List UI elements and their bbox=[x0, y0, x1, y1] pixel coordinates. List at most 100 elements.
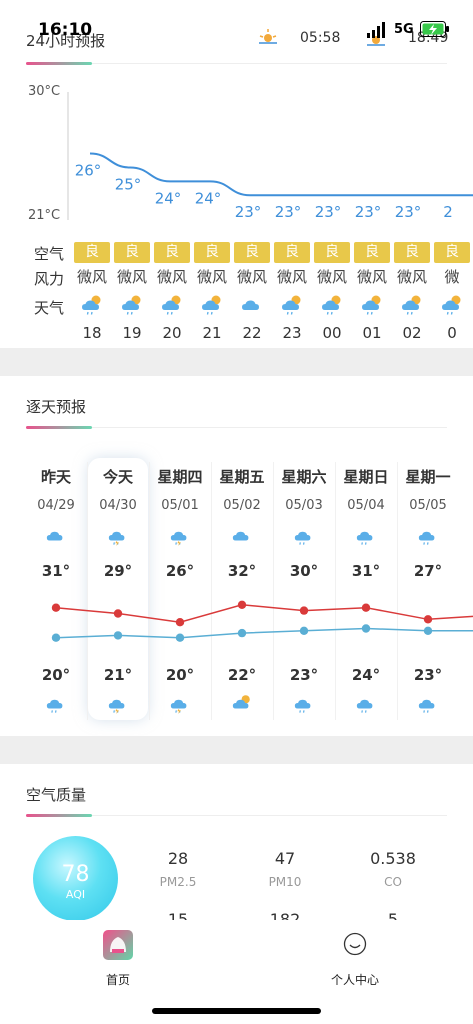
weather-icon bbox=[74, 292, 110, 320]
wind-level: 微风 bbox=[276, 268, 307, 286]
sun-cloud-rain-icon bbox=[122, 295, 141, 315]
bottom-tab-bar: 首页 个人中心 bbox=[0, 920, 473, 1024]
section-divider bbox=[92, 815, 447, 816]
air-quality-badge: 良 bbox=[434, 242, 470, 263]
day-low-temp: 23° bbox=[413, 666, 443, 684]
pollutant-name: PM10 bbox=[268, 875, 302, 889]
aqi-label: AQI bbox=[65, 888, 86, 901]
wind-level: 微风 bbox=[76, 268, 107, 286]
hourly-temp-label: 24° bbox=[155, 189, 182, 207]
sun-cloud-rain-icon bbox=[322, 295, 341, 315]
rain-icon bbox=[418, 531, 435, 545]
low-temp-line-point bbox=[237, 628, 247, 638]
air-quality-badge: 良 bbox=[114, 242, 150, 263]
day-high-temp: 31° bbox=[41, 562, 71, 580]
thunderstorm-icon bbox=[170, 531, 187, 546]
high-temp-line-point bbox=[423, 615, 433, 624]
hour-label: 18 bbox=[82, 324, 102, 342]
hourly-temp-label: 23° bbox=[355, 203, 382, 221]
hourly-temp-label: 23° bbox=[315, 203, 342, 221]
hourly-temp-label: 25° bbox=[115, 175, 142, 193]
home-icon bbox=[103, 930, 133, 960]
row-label-weather: 天气 bbox=[34, 299, 65, 317]
low-temp-line-point bbox=[51, 633, 61, 642]
hourly-temp-label: 26° bbox=[75, 162, 102, 180]
day-high-temp: 31° bbox=[351, 562, 381, 580]
weather-icon bbox=[194, 292, 230, 320]
hour-label: 0 bbox=[447, 324, 457, 342]
day-date: 05/03 bbox=[285, 498, 323, 513]
weather-icon bbox=[211, 692, 273, 718]
tab-profile[interactable]: 个人中心 bbox=[320, 928, 390, 992]
day-high-temp: 27° bbox=[413, 562, 443, 580]
section-divider bbox=[92, 427, 447, 428]
day-high-temp: 30° bbox=[289, 562, 319, 580]
hourly-forecast-card: 24小时预报 05:58 18:49 30°C 21°C 26° 25° 24° 24… bbox=[0, 0, 473, 348]
weather-icon bbox=[25, 524, 87, 550]
wind-level: 微 bbox=[444, 268, 460, 286]
weather-icon bbox=[335, 692, 397, 718]
hour-label: 00 bbox=[322, 324, 342, 342]
wind-level: 微风 bbox=[156, 268, 187, 286]
rain-icon bbox=[418, 699, 435, 713]
section-divider bbox=[92, 63, 447, 64]
row-label-wind: 风力 bbox=[34, 270, 65, 288]
hourly-temp-label: 2 bbox=[443, 203, 453, 221]
day-date: 04/30 bbox=[99, 498, 137, 513]
weather-icon bbox=[273, 692, 335, 718]
section-accent-line bbox=[26, 426, 92, 429]
rain-icon bbox=[294, 699, 311, 713]
air-quality-title: 空气质量 bbox=[26, 786, 87, 804]
weather-icon bbox=[149, 692, 211, 718]
day-low-temp: 23° bbox=[289, 666, 319, 684]
air-quality-badge: 良 bbox=[274, 242, 310, 263]
sun-cloud-rain-icon bbox=[442, 295, 461, 315]
weather-icon bbox=[154, 292, 190, 320]
rain-icon bbox=[46, 699, 63, 713]
pollutant-value-partial: 15 bbox=[167, 910, 189, 920]
wind-level: 微风 bbox=[196, 268, 227, 286]
hourly-temperature-chart: 26° 25° 24° 24° 23° 23° 23° 23° 23° 2 bbox=[67, 92, 473, 221]
daily-title: 逐天预报 bbox=[26, 398, 87, 416]
hour-label: 22 bbox=[242, 324, 262, 342]
section-accent-line bbox=[26, 814, 92, 817]
day-date: 05/04 bbox=[347, 498, 385, 513]
wind-level: 微风 bbox=[116, 268, 147, 286]
pollutant-value: 0.538 bbox=[370, 849, 416, 868]
weather-icon bbox=[434, 292, 470, 320]
pollutant-value: 28 bbox=[167, 849, 189, 868]
rain-icon bbox=[356, 699, 373, 713]
day-name: 星期日 bbox=[343, 468, 389, 486]
weather-icon bbox=[314, 292, 350, 320]
air-quality-badge: 良 bbox=[154, 242, 190, 263]
pollutant-value: 47 bbox=[274, 849, 296, 868]
hourly-temp-label: 23° bbox=[275, 203, 302, 221]
sun-cloud-rain-icon bbox=[82, 295, 101, 315]
tab-home[interactable]: 首页 bbox=[92, 928, 144, 992]
day-date: 05/05 bbox=[409, 498, 447, 513]
high-temp-line-point bbox=[237, 600, 247, 609]
cloud-icon bbox=[242, 300, 259, 310]
tab-profile-label: 个人中心 bbox=[330, 973, 379, 987]
air-quality-badge: 良 bbox=[314, 242, 350, 263]
air-quality-badge: 良 bbox=[194, 242, 230, 263]
aqi-indicator[interactable]: 78 AQI bbox=[33, 836, 118, 921]
day-low-temp: 20° bbox=[165, 666, 195, 684]
hourly-temp-label: 24° bbox=[195, 189, 222, 207]
sun-cloud-rain-icon bbox=[402, 295, 421, 315]
day-name: 星期四 bbox=[157, 468, 203, 486]
low-temp-line-point bbox=[423, 626, 433, 635]
sun-cloud-rain-icon bbox=[202, 295, 221, 315]
day-name: 昨天 bbox=[40, 468, 71, 486]
status-time: 16:10 bbox=[38, 20, 93, 40]
rain-icon bbox=[356, 531, 373, 545]
day-high-temp: 32° bbox=[227, 562, 257, 580]
air-quality-badge: 良 bbox=[74, 242, 110, 263]
section-accent-line bbox=[26, 62, 92, 65]
weather-icon bbox=[354, 292, 390, 320]
home-indicator[interactable] bbox=[152, 1008, 321, 1014]
thunderstorm-icon bbox=[170, 699, 187, 714]
weather-icon bbox=[394, 292, 430, 320]
high-temp-line-point bbox=[361, 603, 371, 612]
hourly-temp-label: 23° bbox=[395, 203, 422, 221]
